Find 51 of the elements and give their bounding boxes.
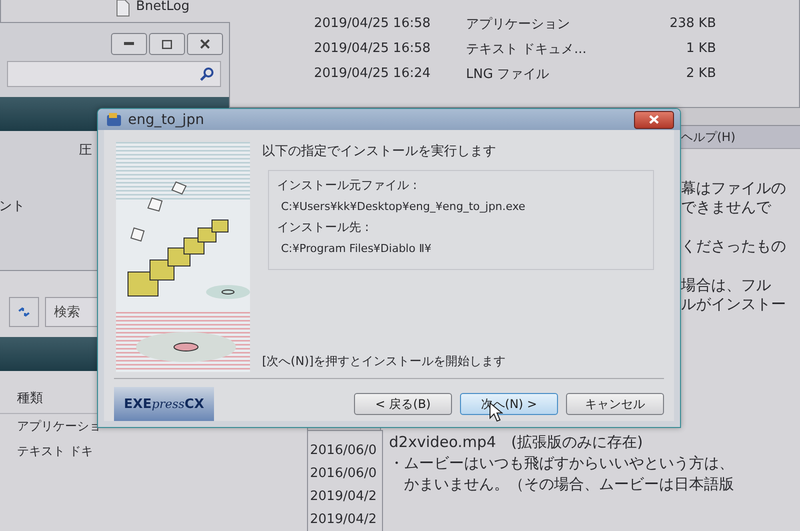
text-line: かまいません。（その場合、ムービーは日本語版	[403, 475, 735, 494]
dialog-button[interactable]: キャンセル	[566, 393, 664, 415]
dialog-title: eng_to_jpn	[128, 112, 206, 128]
search-field[interactable]	[7, 61, 221, 87]
size-cell-text: 238 KB	[668, 16, 716, 31]
installer-icon	[106, 112, 122, 128]
date-cell-text: 2019/04/25 16:24	[314, 66, 432, 81]
close-icon	[200, 39, 210, 49]
text-line: 場合は、フル	[681, 276, 772, 295]
date-cell-text: 2019/04/25 16:58	[314, 41, 432, 56]
instruction-text: [次へ(N)]を押すとインストールを開始します	[262, 353, 507, 370]
dialog-heading: 以下の指定でインストールを実行します	[262, 143, 497, 160]
field-label: インストール先 :	[277, 219, 370, 236]
column-header[interactable]: 種類	[17, 391, 43, 406]
minimize-icon	[124, 42, 134, 46]
text-line: くださったもの	[681, 237, 787, 256]
path-value: C:¥Program Files¥Diablo Ⅱ¥	[280, 242, 432, 255]
text-line: d2xvideo.mp4 (拡張版のみに存在)	[389, 433, 644, 452]
close-icon	[649, 115, 659, 124]
date-cell-text: 2016/06/0	[310, 443, 378, 458]
type-cell-text: アプリケーション	[466, 16, 571, 32]
menu-item[interactable]: ヘルプ(H)	[681, 128, 736, 146]
type-cell-text: テキスト ドキュメ...	[466, 40, 588, 58]
nav-item[interactable]: BnetLog	[136, 0, 190, 14]
search-icon	[200, 67, 214, 81]
text-line: 幕はファイルの	[681, 179, 787, 198]
refresh-button[interactable]	[9, 297, 39, 327]
date-cell-text: 2019/04/2	[310, 512, 378, 527]
text-line: ルがインストー	[681, 295, 787, 314]
text-line: ・ムービーはいつも飛ばすからいいやという方は、	[389, 454, 735, 473]
size-cell-text: 2 KB	[685, 66, 716, 81]
logo-text: EXEpressCX	[124, 396, 204, 412]
type-cell-text: LNG ファイル	[466, 66, 550, 82]
close-button[interactable]	[187, 33, 223, 55]
date-cell-text: 2019/04/25 16:58	[314, 16, 432, 31]
list-item[interactable]: テキスト ドキ	[17, 444, 93, 458]
size-cell-text: 1 KB	[685, 41, 716, 56]
date-cell-text: 2016/06/0	[310, 466, 378, 481]
path-value: C:¥Users¥kk¥Desktop¥eng_¥eng_to_jpn.exe	[280, 200, 526, 213]
text-fragment: ント	[0, 198, 26, 215]
maximize-button[interactable]	[149, 33, 185, 55]
text-fragment: 圧	[78, 142, 93, 159]
field-label: インストール元ファイル :	[277, 177, 418, 194]
dialog-button[interactable]: < 戻る(B)	[354, 393, 452, 415]
file-icon	[116, 0, 130, 17]
close-button[interactable]	[634, 110, 674, 128]
date-cell-text: 2019/04/2	[310, 489, 378, 504]
text-line: できませんで	[681, 198, 772, 217]
maximize-icon	[162, 40, 172, 48]
minimize-button[interactable]	[111, 33, 147, 55]
refresh-icon	[17, 306, 31, 318]
